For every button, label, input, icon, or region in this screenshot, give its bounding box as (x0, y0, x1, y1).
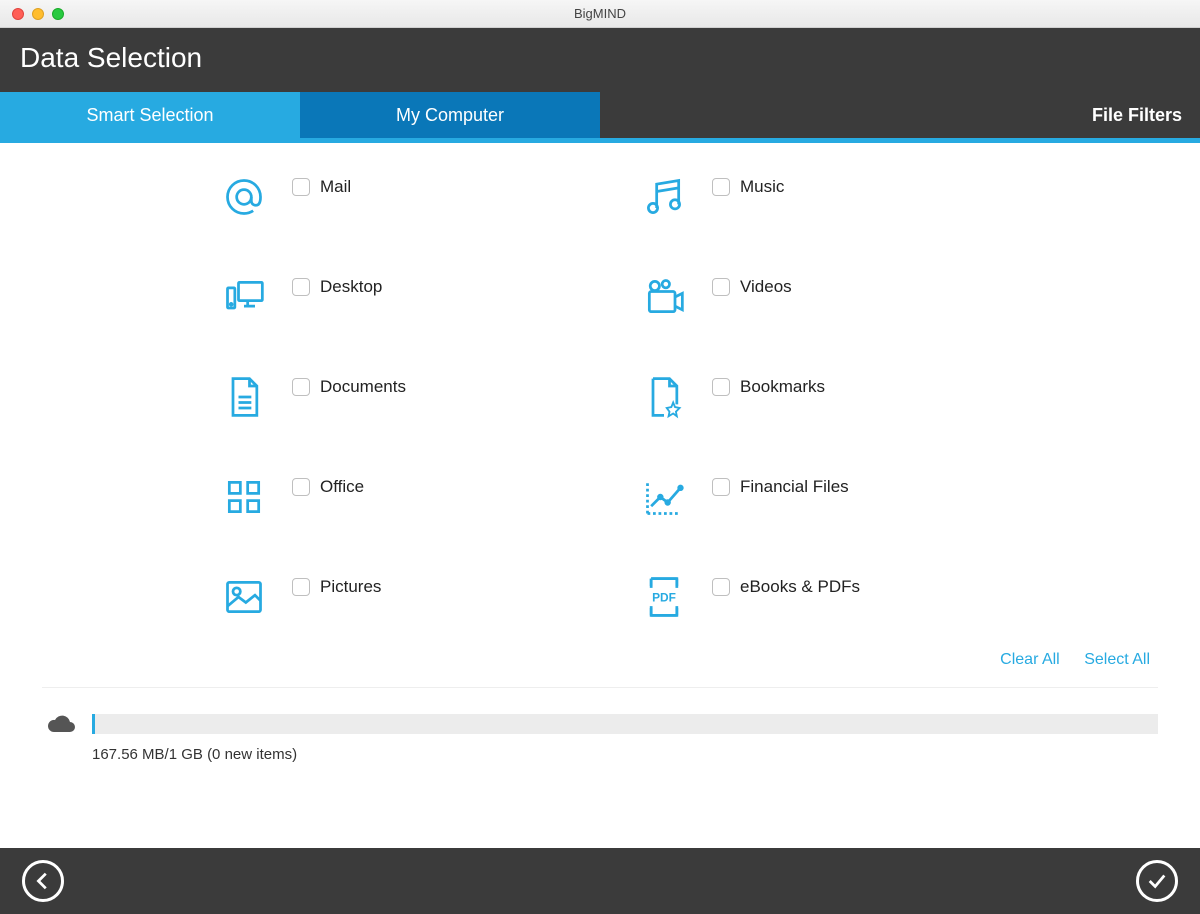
actions: Clear All Select All (40, 651, 1160, 687)
office-icon (220, 473, 268, 521)
checkbox-pictures[interactable] (292, 578, 310, 596)
category-office: Office (220, 473, 560, 521)
at-icon (220, 173, 268, 221)
svg-text:PDF: PDF (652, 591, 676, 605)
storage-section: 167.56 MB/1 GB (0 new items) (42, 687, 1158, 773)
checkbox-bookmarks[interactable] (712, 378, 730, 396)
tab-my-computer[interactable]: My Computer (300, 92, 600, 138)
storage-text: 167.56 MB/1 GB (0 new items) (92, 746, 1158, 763)
select-all-link[interactable]: Select All (1084, 651, 1150, 668)
checkbox-documents[interactable] (292, 378, 310, 396)
cloud-icon (42, 712, 78, 736)
label-bookmarks: Bookmarks (740, 377, 825, 397)
category-desktop: Desktop (220, 273, 560, 321)
checkbox-financial[interactable] (712, 478, 730, 496)
label-videos: Videos (740, 277, 792, 297)
back-button[interactable] (22, 860, 64, 902)
page-title: Data Selection (0, 28, 1200, 92)
storage-bar-fill (92, 714, 95, 734)
category-documents: Documents (220, 373, 560, 421)
tab-file-filters[interactable]: File Filters (1074, 92, 1200, 138)
document-icon (220, 373, 268, 421)
label-documents: Documents (320, 377, 406, 397)
desktop-icon (220, 273, 268, 321)
tab-spacer (600, 92, 1074, 138)
footer (0, 848, 1200, 914)
checkbox-music[interactable] (712, 178, 730, 196)
label-mail: Mail (320, 177, 351, 197)
checkbox-office[interactable] (292, 478, 310, 496)
bookmarks-icon (640, 373, 688, 421)
tab-smart-selection[interactable]: Smart Selection (0, 92, 300, 138)
checkbox-videos[interactable] (712, 278, 730, 296)
window-title: BigMIND (0, 6, 1200, 21)
category-bookmarks: Bookmarks (640, 373, 980, 421)
category-pictures: Pictures (220, 573, 560, 621)
financial-icon (640, 473, 688, 521)
pictures-icon (220, 573, 268, 621)
category-videos: Videos (640, 273, 980, 321)
category-grid: Mail Music (220, 173, 980, 621)
storage-bar (92, 714, 1158, 734)
label-music: Music (740, 177, 784, 197)
label-office: Office (320, 477, 364, 497)
videos-icon (640, 273, 688, 321)
header: Data Selection Smart Selection My Comput… (0, 28, 1200, 138)
content: Mail Music (0, 143, 1200, 783)
tabs-row: Smart Selection My Computer File Filters (0, 92, 1200, 138)
label-desktop: Desktop (320, 277, 382, 297)
label-pictures: Pictures (320, 577, 381, 597)
pdf-icon: PDF (640, 573, 688, 621)
clear-all-link[interactable]: Clear All (1000, 651, 1060, 668)
category-ebooks: PDF eBooks & PDFs (640, 573, 980, 621)
category-music: Music (640, 173, 980, 221)
checkbox-desktop[interactable] (292, 278, 310, 296)
confirm-button[interactable] (1136, 860, 1178, 902)
checkbox-ebooks[interactable] (712, 578, 730, 596)
checkbox-mail[interactable] (292, 178, 310, 196)
mac-title-bar: BigMIND (0, 0, 1200, 28)
category-mail: Mail (220, 173, 560, 221)
music-icon (640, 173, 688, 221)
label-ebooks: eBooks & PDFs (740, 577, 860, 597)
category-financial: Financial Files (640, 473, 980, 521)
label-financial: Financial Files (740, 477, 849, 497)
